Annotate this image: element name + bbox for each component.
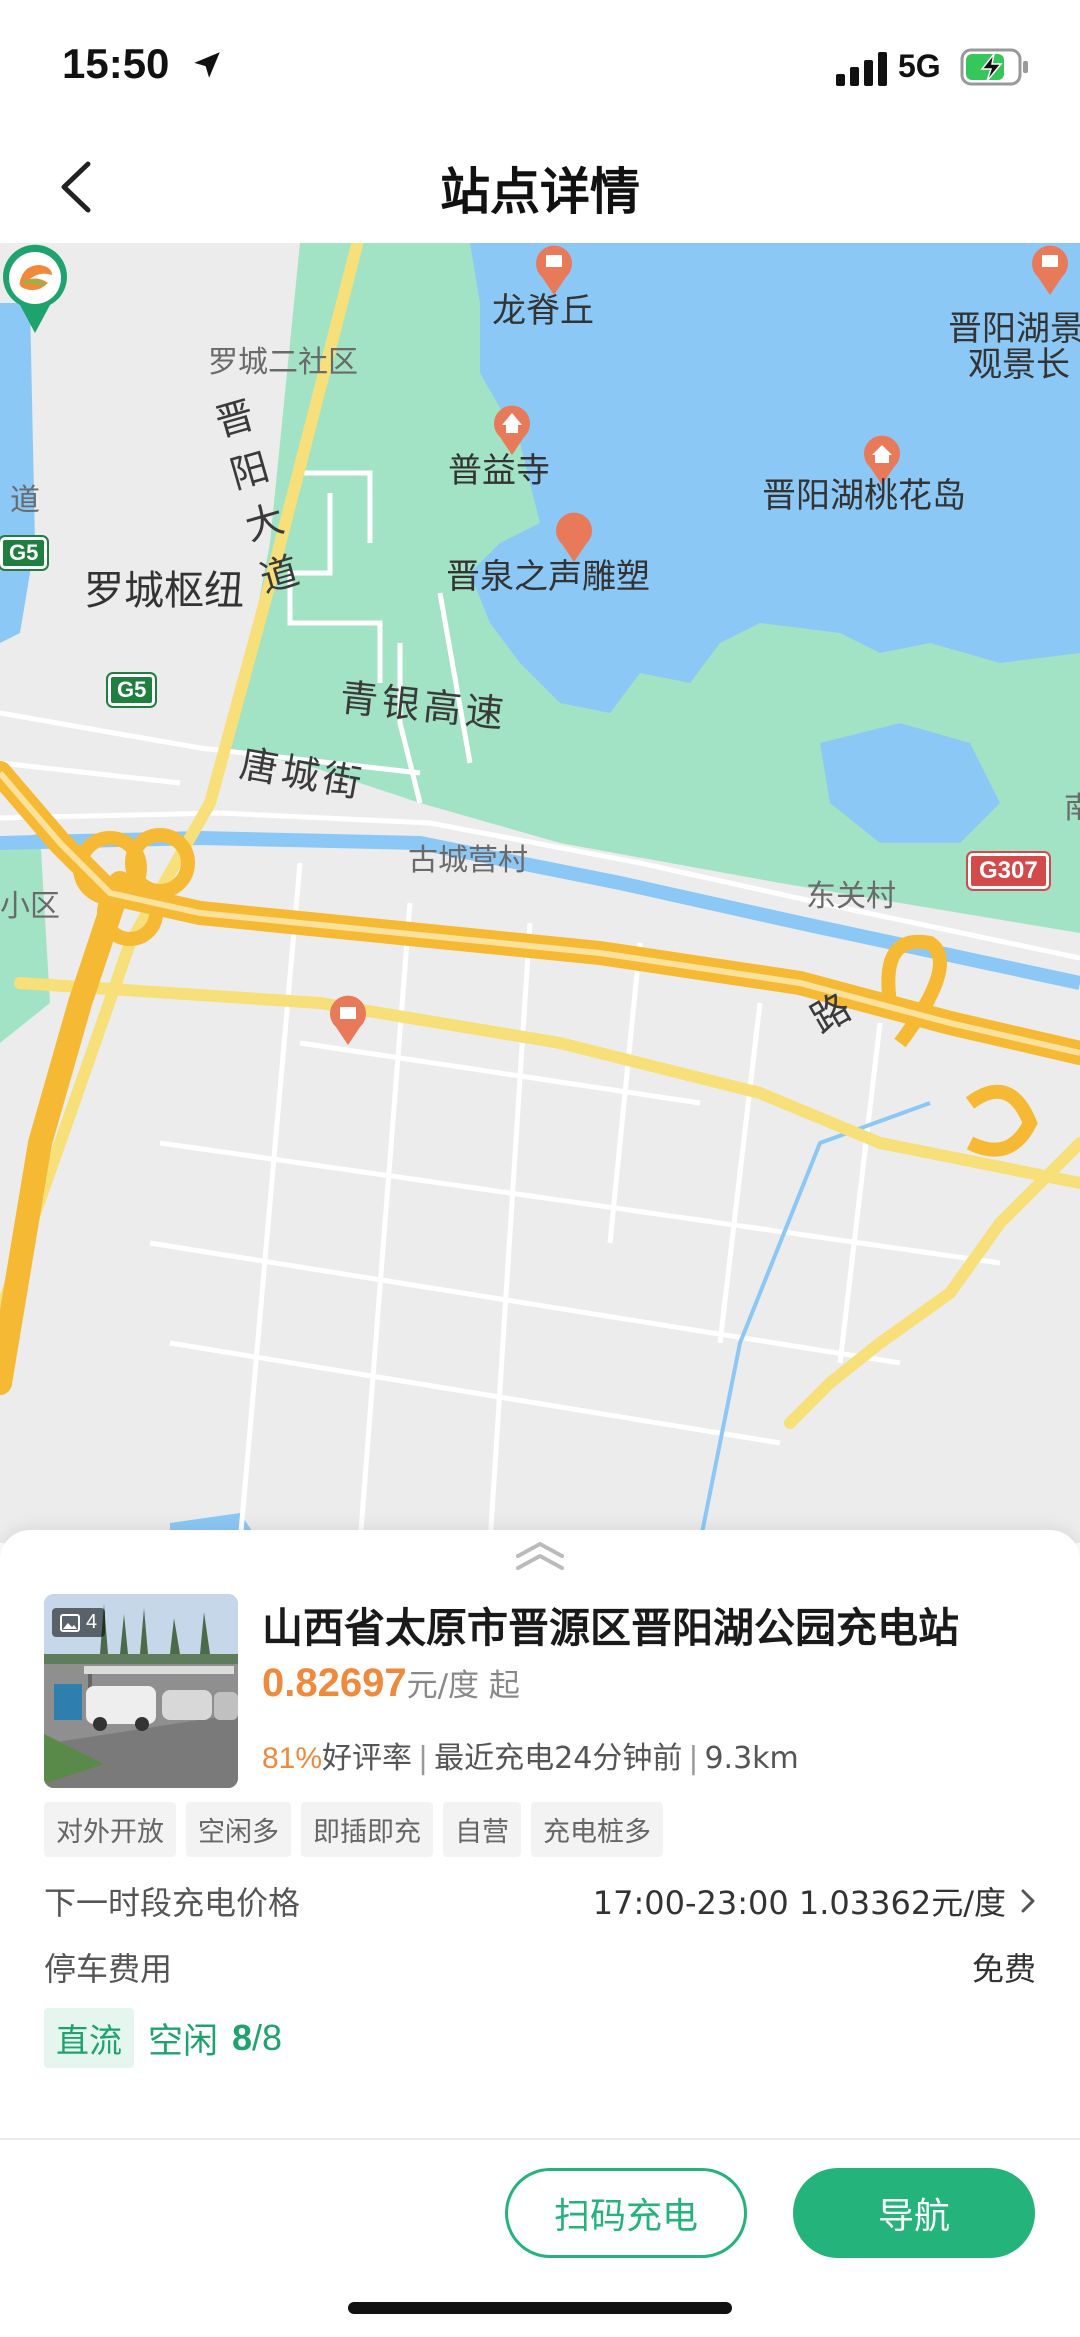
map-label: 晋泉之声雕塑 [446,557,650,597]
idle-label: 空闲 [148,2021,219,2062]
highway-shield: G5 [0,537,48,569]
navigate-button[interactable]: 导航 [793,2168,1035,2258]
map-label: 罗城二社区 [208,345,358,380]
road-label: 南 [1064,791,1080,826]
map-label: 普益寺 [448,451,550,491]
map-label: 观景长 [968,345,1070,385]
tag: 自营 [443,1802,521,1857]
idle-count: 8/8 [232,2017,282,2059]
network-type: 5G [898,48,941,84]
status-time: 15:50 [62,40,170,87]
station-detail-sheet: 4 山西省太原市晋源区晋阳湖公园充电站 0.82697元/度 起 81%好评率 |… [0,1530,1080,2140]
status-bar: 15:50 5G [0,0,1080,130]
station-meta: 81%好评率 | 最近充电24分钟前 | 9.3km [262,1733,799,1777]
price-row: 0.82697元/度 起 [262,1660,520,1706]
tag: 即插即充 [301,1802,433,1857]
price-value: 0.82697 [262,1661,407,1705]
divider: | [418,1741,429,1776]
home-indicator [348,2302,732,2314]
map-label: 古城营村 [408,843,528,878]
map-label: 晋阳湖桃花岛 [762,476,966,516]
dc-badge: 直流 [44,2008,134,2068]
next-price-value: 17:00-23:00 1.03362元/度 [592,1884,1006,1922]
tag: 充电桩多 [531,1802,663,1857]
signal-icon [836,52,887,86]
rating-value: 81% [262,1742,323,1775]
next-price-label: 下一时段充电价格 [44,1884,301,1922]
charger-status: 直流 空闲 8/8 [44,2008,282,2068]
tag: 空闲多 [186,1802,291,1857]
map-label: 罗城枢纽 [84,568,244,614]
page-title: 站点详情 [440,163,640,221]
chevron-right-icon [1021,1889,1035,1913]
landmark-poi-icon [330,995,366,1045]
scan-charge-button[interactable]: 扫码充电 [505,2168,747,2258]
nav-header: 站点详情 [0,130,1080,245]
station-name: 山西省太原市晋源区晋阳湖公园充电站 [262,1604,959,1652]
map-label: 道 [10,483,40,518]
parking-label: 停车费用 [44,1950,173,1988]
divider: | [688,1741,699,1776]
next-price-row[interactable]: 下一时段充电价格 17:00-23:00 1.03362元/度 [44,1878,1036,1924]
rating-label: 好评率 [322,1741,413,1776]
battery-charging-icon [960,48,1028,86]
landmark-poi-icon [1032,245,1068,295]
distance-text: 9.3km [704,1741,799,1776]
station-photo[interactable]: 4 [44,1594,238,1788]
map-label: 龙脊丘 [492,291,594,331]
image-icon [60,1613,80,1632]
action-bar: 扫码充电 导航 [0,2138,1080,2337]
highway-shield: G5 [108,674,156,706]
price-unit: 元/度 起 [406,1668,520,1704]
photo-count: 4 [86,1611,98,1633]
tag-list: 对外开放 空闲多 即插即充 自营 充电桩多 [44,1802,663,1857]
expand-chevron-icon[interactable] [510,1540,570,1574]
highway-shield: G307 [968,853,1049,889]
idle-total: /8 [252,2017,283,2058]
last-charge-text: 最近充电24分钟前 [434,1741,683,1776]
map-label: 小区 [0,889,60,924]
map-label: 东关村 [806,879,896,914]
location-arrow-icon [194,52,220,78]
idle-available: 8 [232,2017,253,2058]
station-marker-icon[interactable] [0,243,70,335]
photo-count-badge: 4 [52,1608,106,1637]
map-canvas [0,243,1080,1543]
parking-fee-row: 停车费用 免费 [44,1944,1036,1990]
parking-value: 免费 [971,1950,1036,1988]
tag: 对外开放 [44,1802,176,1857]
map-view[interactable]: 龙脊丘 晋阳湖景 观景长 罗城二社区 晋阳大道 普益寺 晋阳湖桃花岛 道 晋泉之… [0,243,1080,1543]
